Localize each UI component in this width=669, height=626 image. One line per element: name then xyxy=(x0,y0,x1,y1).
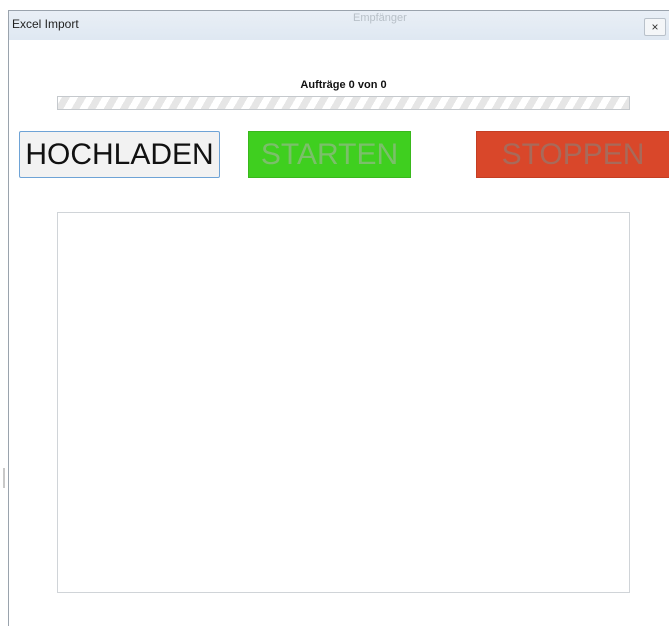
import-log-area[interactable] xyxy=(57,212,630,593)
background-tab-text: Empfänger xyxy=(353,12,407,24)
progress-label: Aufträge 0 von 0 xyxy=(300,79,387,91)
progress-bar xyxy=(57,96,630,110)
background-edge-mark xyxy=(3,468,5,488)
close-button[interactable]: × xyxy=(644,18,666,36)
upload-button[interactable]: HOCHLADEN xyxy=(19,131,220,178)
dialog-titlebar[interactable]: Empfänger Excel Import × xyxy=(9,11,669,40)
stop-button[interactable]: STOPPEN xyxy=(476,131,669,178)
dialog-title: Excel Import xyxy=(12,17,79,31)
excel-import-dialog: Empfänger Excel Import × Aufträge 0 von … xyxy=(8,10,669,626)
close-icon: × xyxy=(651,20,659,34)
start-button[interactable]: STARTEN xyxy=(248,131,411,178)
